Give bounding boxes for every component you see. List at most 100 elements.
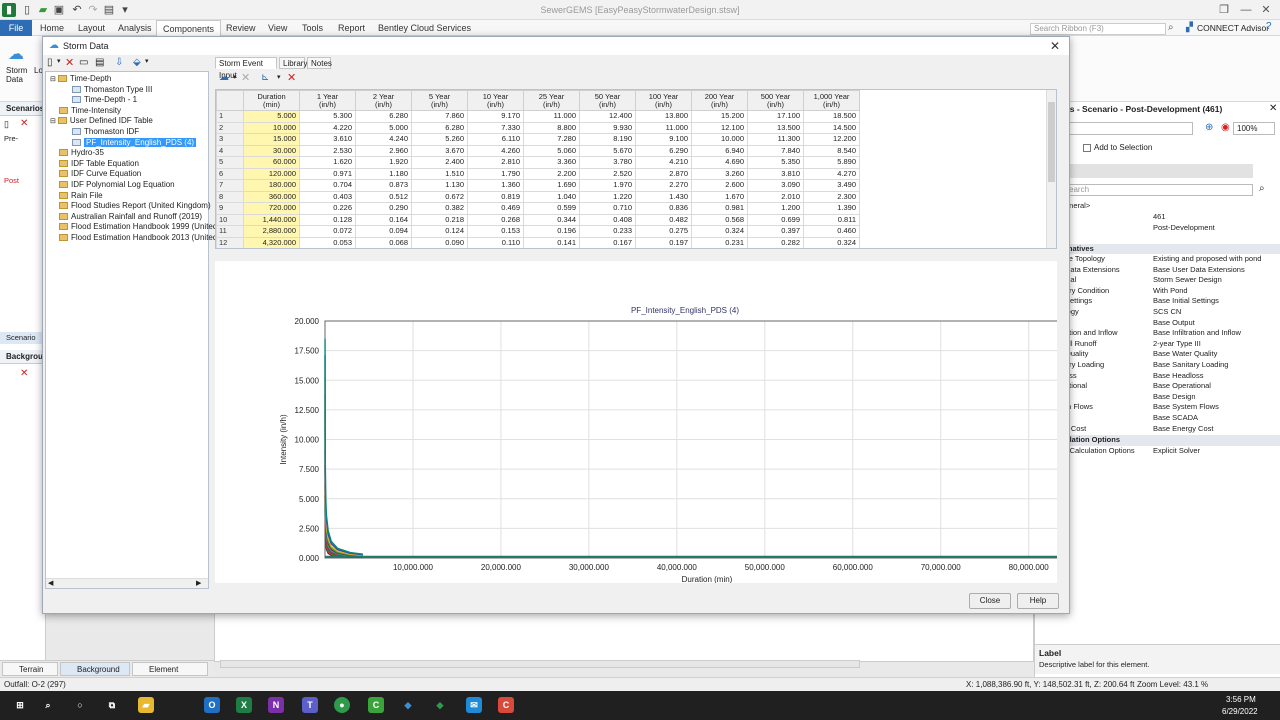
intensity-cell[interactable]: 0.072 [299, 225, 356, 238]
tree-scrollbar[interactable]: ◀ ▶ [46, 578, 208, 588]
onenote-icon[interactable]: N [268, 697, 284, 713]
duration-cell[interactable]: 720.000 [243, 202, 300, 215]
tab-view[interactable]: View [262, 20, 293, 36]
help-icon[interactable]: ? [1266, 21, 1272, 32]
intensity-cell[interactable]: 0.971 [299, 167, 356, 180]
storm-event-icon[interactable]: ☁ [219, 72, 229, 83]
intensity-cell[interactable]: 0.981 [691, 202, 748, 215]
intensity-cell[interactable]: 0.233 [579, 225, 636, 238]
column-header[interactable]: Duration (min) [243, 90, 300, 111]
intensity-cell[interactable]: 2.810 [467, 156, 524, 169]
intensity-cell[interactable]: 5.350 [747, 156, 804, 169]
column-header[interactable]: 2 Year (in/h) [355, 90, 412, 111]
intensity-cell[interactable]: 3.810 [747, 167, 804, 180]
taskbar-search-icon[interactable]: ⌕ [40, 697, 56, 713]
property-row[interactable]: oss Base Headloss [1035, 371, 1280, 382]
task-view-icon[interactable]: ⧉ [104, 697, 120, 713]
intensity-cell[interactable]: 5.000 [355, 121, 412, 134]
civil-app-icon[interactable]: C [368, 697, 384, 713]
close-button[interactable]: Close [969, 593, 1011, 609]
tab-layout[interactable]: Layout [72, 20, 111, 36]
add-to-selection-checkbox[interactable] [1083, 144, 1091, 152]
intensity-cell[interactable]: 1.670 [691, 190, 748, 203]
ribbon-search-input[interactable]: Search Ribbon (F3) [1030, 23, 1166, 35]
tree-folder[interactable]: IDF Curve Equation [59, 169, 141, 180]
tab-element-symbology[interactable]: Element Symbol... [132, 662, 208, 688]
duration-cell[interactable]: 120.000 [243, 167, 300, 180]
property-row[interactable]: ve Topology Existing and proposed with po… [1035, 254, 1280, 265]
intensity-cell[interactable]: 0.094 [355, 225, 412, 238]
intensity-cell[interactable]: 0.196 [523, 225, 580, 238]
new-item-icon[interactable]: ▯ [47, 57, 53, 68]
table-scrollbar[interactable] [1046, 90, 1056, 248]
intensity-cell[interactable]: 7.860 [411, 110, 468, 123]
table-row[interactable]: 8 360.000 0.403 0.512 0.672 0.819 1.040 1.220 1.… [216, 190, 860, 203]
intensity-cell[interactable]: 5.300 [299, 110, 356, 123]
close-app-icon[interactable]: ✕ [1256, 2, 1276, 18]
property-row[interactable]: Post-Development [1035, 223, 1280, 234]
intensity-cell[interactable]: 0.197 [635, 236, 692, 248]
intensity-cell[interactable]: 12.200 [803, 133, 860, 146]
intensity-cell[interactable]: 11.000 [523, 110, 580, 123]
storm-cloud-icon[interactable]: ☁ [8, 44, 30, 63]
intensity-cell[interactable]: 0.819 [467, 190, 524, 203]
intensity-cell[interactable]: 1.130 [411, 179, 468, 192]
table-row[interactable]: 4 30.000 2.530 2.960 3.670 4.260 5.060 5.670 6.2… [216, 144, 860, 157]
property-row[interactable]: Data Extensions Base User Data Extensions [1035, 265, 1280, 276]
intensity-cell[interactable]: 0.397 [747, 225, 804, 238]
tab-components[interactable]: Components [156, 20, 222, 36]
column-header[interactable]: 10 Year (in/h) [467, 90, 524, 111]
property-row[interactable]: all Runoff 2-year Type III [1035, 339, 1280, 350]
intensity-cell[interactable]: 0.408 [579, 213, 636, 226]
property-row[interactable]: r Calculation Options Explicit Solver [1035, 446, 1280, 457]
intensity-cell[interactable]: 2.960 [355, 144, 412, 157]
tab-analysis[interactable]: Analysis [112, 20, 158, 36]
intensity-cell[interactable]: 1.690 [523, 179, 580, 192]
intensity-cell[interactable]: 2.200 [523, 167, 580, 180]
intensity-cell[interactable]: 0.324 [803, 236, 860, 248]
column-header[interactable]: 1 Year (in/h) [299, 90, 356, 111]
duration-cell[interactable]: 4,320.000 [243, 236, 300, 248]
restore-icon[interactable]: ❐ [1214, 2, 1234, 18]
property-row[interactable]: Settings Base Initial Settings [1035, 296, 1280, 307]
table-row[interactable]: 1 5.000 5.300 6.280 7.860 9.170 11.000 12.400 13… [216, 110, 860, 123]
intensity-cell[interactable]: 10.000 [691, 133, 748, 146]
column-header[interactable]: 200 Year (in/h) [691, 90, 748, 111]
tab-library[interactable]: Library [279, 57, 307, 69]
delete-icon[interactable]: ✕ [287, 71, 296, 84]
close-properties-icon[interactable]: ✕ [1269, 103, 1277, 114]
column-header[interactable]: 500 Year (in/h) [747, 90, 804, 111]
intensity-cell[interactable]: 1.220 [579, 190, 636, 203]
intensity-cell[interactable]: 2.520 [579, 167, 636, 180]
intensity-cell[interactable]: 9.100 [635, 133, 692, 146]
tree-folder[interactable]: Flood Estimation Handbook 1999 (United K [59, 222, 225, 233]
tree-folder[interactable]: ⊟ Time-Depth [50, 74, 111, 85]
storm-event-dropdown-icon[interactable]: ▾ [233, 73, 237, 81]
collapse-icon[interactable]: ⊟ [50, 76, 56, 83]
intensity-cell[interactable]: 0.460 [803, 225, 860, 238]
mail-icon[interactable]: ✉ [466, 697, 482, 713]
zoom-to-icon[interactable]: ⊕ [1205, 122, 1213, 133]
intensity-cell[interactable]: 0.811 [803, 213, 860, 226]
new-scenario-icon[interactable]: ▯ [4, 119, 9, 130]
scroll-right-icon[interactable]: ▶ [196, 579, 201, 587]
red-app-icon[interactable]: C [498, 697, 514, 713]
minimize-icon[interactable]: — [1236, 2, 1256, 18]
property-row[interactable]: ary Condition With Pond [1035, 286, 1280, 297]
connect-advisor-label[interactable]: CONNECT Advisor [1197, 23, 1269, 33]
intensity-cell[interactable]: 3.360 [523, 156, 580, 169]
column-header[interactable]: 50 Year (in/h) [579, 90, 636, 111]
intensity-cell[interactable]: 15.200 [691, 110, 748, 123]
intensity-cell[interactable]: 12.100 [691, 121, 748, 134]
property-row[interactable]: y Cost Base Energy Cost [1035, 424, 1280, 435]
tab-review[interactable]: Review [220, 20, 262, 36]
delete-scenario-icon[interactable]: ✕ [20, 118, 28, 129]
intensity-cell[interactable]: 9.170 [467, 110, 524, 123]
duration-cell[interactable]: 2,880.000 [243, 225, 300, 238]
tree-item[interactable]: Thomaston IDF [72, 127, 139, 138]
tab-report[interactable]: Report [332, 20, 371, 36]
intensity-cell[interactable]: 7.330 [467, 121, 524, 134]
property-row[interactable]: ational Base Operational [1035, 381, 1280, 392]
table-row[interactable]: 9 720.000 0.226 0.290 0.382 0.469 0.599 0.710 0.… [216, 202, 860, 215]
intensity-cell[interactable]: 6.290 [635, 144, 692, 157]
